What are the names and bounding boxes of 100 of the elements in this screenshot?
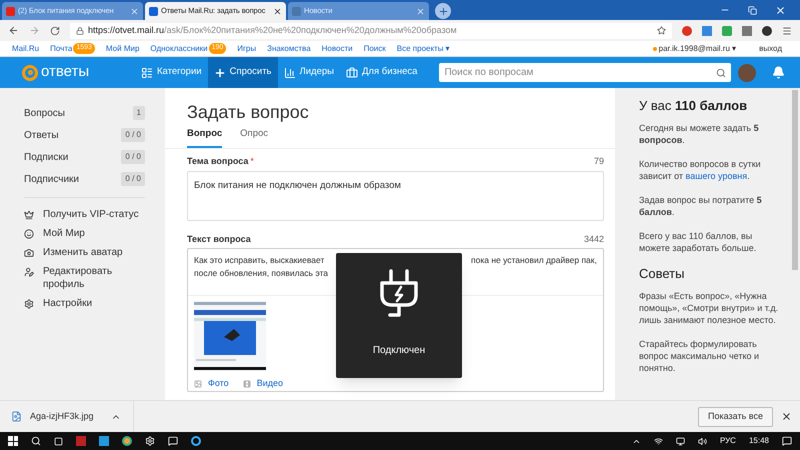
subject-field[interactable]: Блок питания не подключен должным образом <box>187 171 604 221</box>
form-tab[interactable]: Опрос <box>240 128 268 148</box>
browser-app-icon[interactable] <box>122 436 132 446</box>
page-title: Задать вопрос <box>187 101 310 124</box>
portal-link[interactable]: Поиск <box>364 42 386 54</box>
task-view-icon[interactable] <box>54 436 63 446</box>
portal-link[interactable]: Знакомства <box>267 42 311 54</box>
film-icon <box>242 380 251 388</box>
info-text: Всего у вас 110 баллов, вы можете заработать больше. <box>639 230 758 254</box>
logout-link[interactable]: выход <box>759 42 782 54</box>
info-text: Задав вопрос вы потратите 5 баллов. <box>639 194 763 218</box>
sidebar-link[interactable]: Мой Мир <box>43 227 143 240</box>
plus-icon <box>214 66 226 78</box>
close-icon[interactable] <box>781 411 792 422</box>
sidebar-link[interactable]: Редактировать профиль <box>43 265 143 291</box>
notification-label: Подключен <box>372 344 426 358</box>
favicon-icon <box>6 6 15 16</box>
nav-tab[interactable]: Категории <box>135 57 208 88</box>
gear-icon[interactable] <box>145 436 155 446</box>
nav-tab[interactable]: Лидеры <box>278 57 340 88</box>
at-sign-icon <box>22 64 38 80</box>
bell-icon[interactable] <box>772 66 785 79</box>
new-tab-button[interactable] <box>435 3 451 19</box>
attach-link[interactable]: Видео <box>256 377 283 390</box>
download-file-name[interactable]: Aga-izjHF3k.jpg <box>30 410 103 424</box>
sidebar-link[interactable]: Получить VIP-статус <box>43 208 143 221</box>
field-label: Текст вопроса <box>187 234 251 245</box>
favicon-icon <box>292 6 301 16</box>
question-text: после обновления, появилась эта <box>194 267 330 280</box>
site-logo[interactable]: ответы <box>0 61 135 84</box>
info-text: Сегодня вы можете задать 5 вопросов. <box>639 122 760 146</box>
crown-icon <box>24 210 34 220</box>
sidebar-link[interactable]: Подписчики <box>24 172 80 186</box>
nav-tab[interactable]: Спросить <box>208 57 278 88</box>
info-text: Количество вопросов в сутки зависит от вашего уровня. <box>639 158 762 182</box>
nav-tab[interactable]: Для бизнеса <box>340 57 424 88</box>
sidebar-link[interactable]: Подписки <box>24 150 68 164</box>
smile-icon <box>24 229 34 239</box>
count-badge: 1 <box>132 106 145 120</box>
plus-icon <box>438 6 448 16</box>
portal-link[interactable]: Мой Мир <box>106 42 140 54</box>
show-all-button[interactable]: Показать все <box>698 406 773 426</box>
count-badge: 0 / 0 <box>121 172 145 186</box>
char-counter: 79 <box>594 156 604 167</box>
close-icon[interactable] <box>775 4 786 16</box>
sidebar-link[interactable]: Вопросы <box>24 106 65 120</box>
question-text: пока не установил драйвер пак, <box>471 254 597 267</box>
address-field[interactable]: https://otvet.mail.ru/ask/Блок%20питания%20не%20подключен%20должным%20образом <box>70 22 672 38</box>
speaker-icon[interactable] <box>698 436 707 446</box>
search-icon[interactable] <box>31 436 41 446</box>
portal-link[interactable]: Одноклассники <box>150 42 208 54</box>
sidebar-link[interactable]: Ответы <box>24 128 59 142</box>
field-label: Тема вопроса <box>187 156 248 167</box>
char-counter: 3442 <box>584 234 604 245</box>
portal-link[interactable]: Все проекты ▾ <box>396 42 450 54</box>
notifications-icon[interactable] <box>782 436 792 446</box>
gear-icon <box>24 299 34 309</box>
person-icon <box>24 267 34 277</box>
file-icon <box>11 411 22 422</box>
bag-icon <box>346 66 358 78</box>
required-mark: * <box>250 156 254 167</box>
count-badge: 0 / 0 <box>121 150 145 164</box>
attach-link[interactable]: Фото <box>208 377 229 390</box>
portal-link[interactable]: Новости <box>322 42 353 54</box>
restore-icon[interactable] <box>748 6 757 14</box>
reload-icon[interactable] <box>50 26 60 36</box>
menu-icon[interactable] <box>782 26 792 36</box>
favicon-icon <box>149 6 158 16</box>
portal-link[interactable]: Почта <box>50 42 72 54</box>
chat-icon[interactable] <box>168 436 178 446</box>
list-icon <box>141 66 153 78</box>
bookmark-star-icon[interactable] <box>657 26 666 35</box>
plug-icon <box>378 269 420 319</box>
windows-start-icon[interactable] <box>8 436 18 446</box>
lock-icon <box>76 26 84 34</box>
bars-icon <box>284 66 296 78</box>
points-heading: У вас 110 баллов <box>639 100 748 112</box>
level-link[interactable]: вашего уровня <box>686 171 748 181</box>
tip-text: Фразы «Есть вопрос», «Нужна помощь», «Смотри внутри» и т.д. лишь занимают полезное место. <box>639 290 779 326</box>
network-icon[interactable] <box>654 436 663 446</box>
display-icon[interactable] <box>676 436 685 446</box>
close-icon[interactable] <box>273 6 282 16</box>
count-badge: 0 / 0 <box>121 128 145 142</box>
portal-link[interactable]: Игры <box>237 42 256 54</box>
clock[interactable]: 15:48 <box>748 435 769 447</box>
tips-heading: Советы <box>639 268 686 280</box>
camera-icon <box>24 248 34 258</box>
sidebar-link[interactable]: Изменить аватар <box>43 246 143 259</box>
search-icon <box>716 68 726 78</box>
question-text: Как это исправить, выскакиевает <box>194 254 326 267</box>
back-icon[interactable] <box>8 25 19 36</box>
portal-link[interactable]: Mail.Ru <box>12 42 40 54</box>
url-text: https://otvet.mail.ru/ask/Блок%20питания%20не%20подключен%20должным%20образом <box>88 24 457 37</box>
user-link[interactable]: par.ik.1998@mail.ru ▾ <box>658 42 736 54</box>
tip-text: Старайтесь формулировать вопрос максимально четко и понятно. <box>639 338 760 374</box>
search-field[interactable]: Поиск по вопросам <box>439 63 732 82</box>
language-indicator[interactable]: РУС <box>720 435 736 447</box>
sidebar-link[interactable]: Настройки <box>43 297 143 310</box>
form-tab[interactable]: Вопрос <box>187 128 222 148</box>
image-icon <box>194 380 202 388</box>
